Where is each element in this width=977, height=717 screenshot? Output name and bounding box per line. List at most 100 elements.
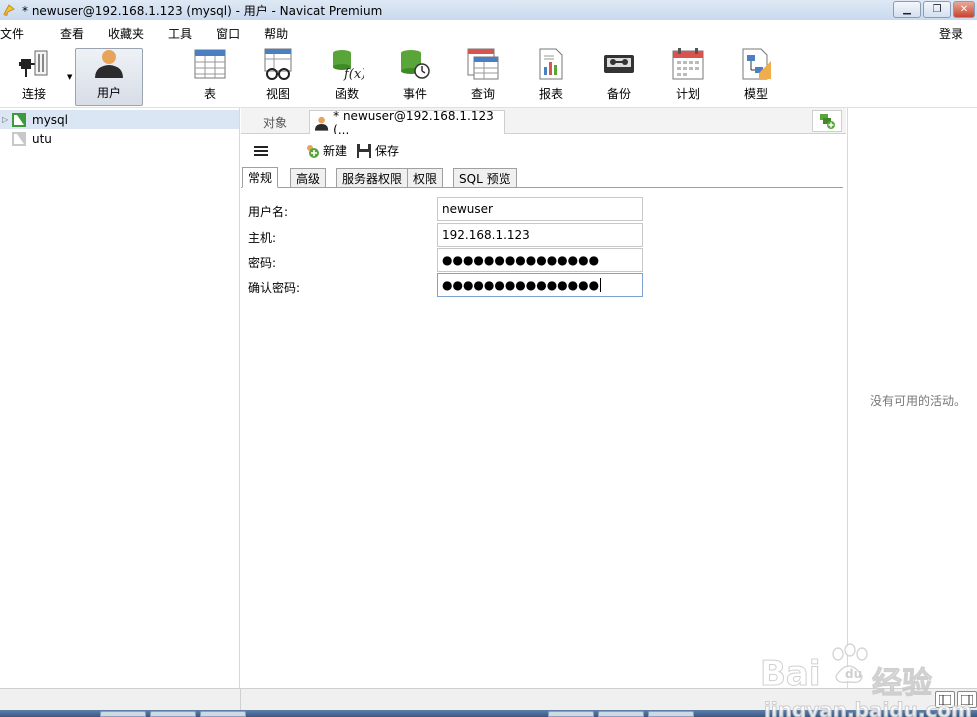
toolbar-view-button[interactable]: 视图	[244, 48, 312, 106]
menu-favorites[interactable]: 收藏夹	[96, 25, 156, 42]
new-tab-button[interactable]	[812, 110, 842, 132]
tab-general[interactable]: 常规	[242, 167, 279, 188]
tab-server-privileges[interactable]: 服务器权限	[336, 168, 409, 188]
new-user-label: 新建	[323, 144, 348, 158]
tab-sql-preview[interactable]: SQL 预览	[453, 168, 517, 188]
close-button[interactable]: ✕	[953, 1, 975, 18]
connection-tree-panel: ▷ mysql utu	[0, 108, 240, 688]
confirm-password-masked-value: ●●●●●●●●●●●●●●●	[442, 278, 600, 292]
toolbar-backup-label: 备份	[606, 87, 631, 101]
toolbar-table-button[interactable]: 表	[176, 48, 244, 106]
connect-dropdown-caret[interactable]: ▼	[67, 73, 72, 81]
password-masked-value: ●●●●●●●●●●●●●●●	[442, 253, 600, 267]
plug-icon	[17, 47, 51, 81]
user-icon	[92, 46, 126, 80]
tree-item-mysql[interactable]: ▷ mysql	[0, 110, 239, 129]
username-input[interactable]: newuser	[437, 197, 643, 221]
host-label: 主机:	[248, 231, 277, 245]
toolbar-schedule-button[interactable]: 计划	[654, 48, 722, 106]
main-toolbar: 连接 ▼ 用户 表 视图 f(x 函数 事件 查询 报表 备份 计划 模型	[0, 44, 977, 108]
editor-action-bar: 新建 保存	[241, 140, 846, 162]
model-icon	[739, 47, 773, 81]
minimize-button[interactable]: ▁	[893, 1, 921, 18]
taskbar-button[interactable]	[598, 711, 644, 717]
text-caret	[600, 278, 602, 292]
editor-sub-tabs: 常规 高级 服务器权限 权限 SQL 预览	[241, 166, 843, 188]
event-icon	[398, 47, 432, 81]
query-icon	[466, 47, 500, 81]
username-row: 用户名: newuser	[241, 197, 846, 221]
toolbar-query-label: 查询	[470, 87, 495, 101]
menu-bar: 文件 查看 收藏夹 工具 窗口 帮助 登录	[0, 22, 977, 44]
tab-user-editor[interactable]: * newuser@192.168.1.123 (...	[309, 109, 505, 137]
confirm-password-label: 确认密码:	[248, 281, 301, 295]
toolbar-report-button[interactable]: 报表	[517, 48, 585, 106]
confirm-password-row: 确认密码: ●●●●●●●●●●●●●●●	[241, 273, 846, 297]
window-controls: ▁ ❐ ✕	[893, 1, 975, 18]
mysql-connection-icon	[12, 112, 26, 127]
toolbar-model-label: 模型	[743, 87, 768, 101]
user-icon	[314, 116, 329, 131]
user-editor: 新建 保存 常规 高级 服务器权限 权限 SQL 预览 用户名: newuser…	[241, 134, 846, 688]
activity-panel: 没有可用的活动。	[847, 108, 977, 688]
tab-advanced[interactable]: 高级	[290, 168, 327, 188]
menu-window[interactable]: 窗口	[204, 25, 252, 42]
host-row: 主机: 192.168.1.123	[241, 223, 846, 247]
expand-arrow-icon[interactable]: ▷	[2, 115, 12, 124]
connection-icon	[12, 131, 26, 146]
restore-button[interactable]: ❐	[923, 1, 951, 18]
taskbar-button[interactable]	[648, 711, 694, 717]
toolbar-view-label: 视图	[265, 87, 290, 101]
toolbar-model-button[interactable]: 模型	[722, 48, 790, 106]
save-icon	[357, 143, 371, 158]
baidu-watermark: Bai du 经验 jingyan.baidu.com	[760, 636, 977, 717]
new-user-button[interactable]: 新建	[304, 142, 347, 159]
menu-tools[interactable]: 工具	[156, 25, 204, 42]
toolbar-function-button[interactable]: f(x) 函数	[313, 48, 381, 106]
function-icon: f(x)	[330, 47, 364, 81]
password-label: 密码:	[248, 256, 277, 270]
menu-file[interactable]: 文件	[0, 25, 36, 42]
menu-help[interactable]: 帮助	[252, 25, 300, 42]
watermark-brand: Bai	[760, 654, 822, 695]
view-icon	[261, 47, 295, 81]
toolbar-event-button[interactable]: 事件	[381, 48, 449, 106]
toolbar-user-button[interactable]: 用户	[75, 48, 143, 106]
save-button[interactable]: 保存	[356, 142, 399, 159]
document-tab-strip: 对象 * newuser@192.168.1.123 (...	[241, 108, 846, 137]
toolbar-function-label: 函数	[334, 87, 359, 101]
host-input[interactable]: 192.168.1.123	[437, 223, 643, 247]
toolbar-connect-button[interactable]: 连接	[0, 48, 68, 106]
title-bar: * newuser@192.168.1.123 (mysql) - 用户 - N…	[0, 0, 977, 20]
taskbar-button[interactable]	[548, 711, 594, 717]
login-link[interactable]: 登录	[939, 25, 963, 42]
tree-item-label: mysql	[32, 112, 68, 127]
new-user-icon	[307, 144, 319, 158]
tab-privileges[interactable]: 权限	[407, 168, 444, 188]
toolbar-schedule-label: 计划	[675, 87, 700, 101]
taskbar-button[interactable]	[150, 711, 196, 717]
toolbar-backup-button[interactable]: 备份	[585, 48, 653, 106]
schedule-icon	[671, 47, 705, 81]
status-divider	[240, 689, 241, 711]
menu-view[interactable]: 查看	[36, 25, 96, 42]
username-label: 用户名:	[248, 205, 289, 219]
taskbar-button[interactable]	[100, 711, 146, 717]
table-icon	[193, 47, 227, 81]
confirm-password-input[interactable]: ●●●●●●●●●●●●●●●	[437, 273, 643, 297]
toolbar-query-button[interactable]: 查询	[449, 48, 517, 106]
svg-text:du: du	[845, 667, 862, 681]
tree-item-utu[interactable]: utu	[0, 129, 239, 148]
watermark-brand-cn: 经验	[872, 666, 933, 702]
password-input[interactable]: ●●●●●●●●●●●●●●●	[437, 248, 643, 272]
window-title: * newuser@192.168.1.123 (mysql) - 用户 - N…	[22, 3, 383, 18]
taskbar-button[interactable]	[200, 711, 246, 717]
tree-item-label: utu	[32, 131, 52, 146]
report-icon	[534, 47, 568, 81]
watermark-url: jingyan.baidu.com	[764, 698, 973, 717]
tab-objects[interactable]: 对象	[241, 110, 309, 134]
toolbar-table-label: 表	[203, 87, 216, 101]
save-label: 保存	[375, 144, 400, 158]
toolbar-connect-label: 连接	[21, 87, 46, 101]
hamburger-menu-icon[interactable]	[253, 143, 269, 159]
